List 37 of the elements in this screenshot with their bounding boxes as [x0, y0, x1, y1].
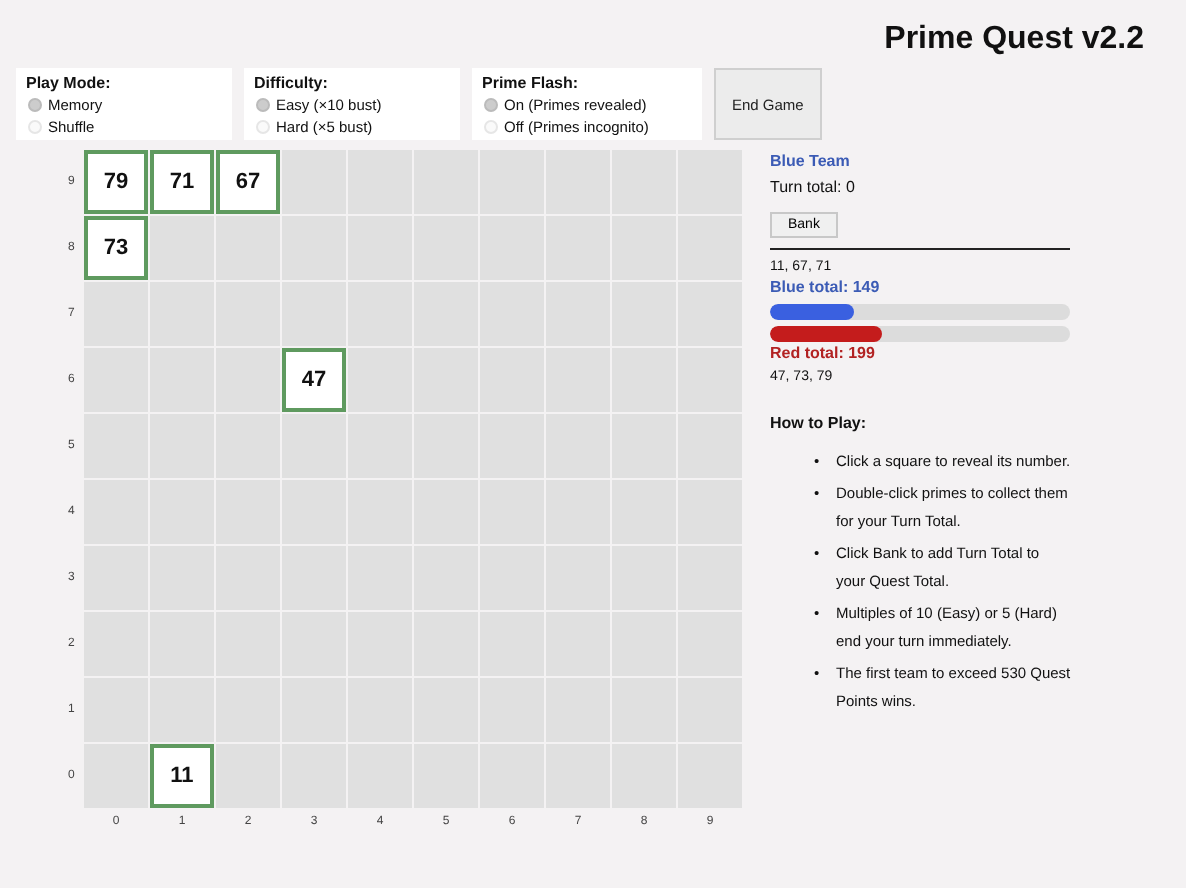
option-label: Play Mode:: [26, 74, 113, 94]
grid-square[interactable]: [84, 744, 148, 808]
grid-square[interactable]: [216, 282, 280, 346]
grid-square[interactable]: [348, 282, 412, 346]
grid-square[interactable]: [216, 414, 280, 478]
grid-square[interactable]: [216, 678, 280, 742]
radio-button[interactable]: [484, 98, 498, 112]
current-team: Blue Team: [770, 150, 852, 174]
grid-square[interactable]: 67: [216, 150, 280, 214]
grid-square[interactable]: [282, 414, 346, 478]
radio-button[interactable]: [256, 98, 270, 112]
grid-square[interactable]: [84, 282, 148, 346]
grid-square[interactable]: [150, 216, 214, 280]
help-title: How to Play:: [770, 414, 869, 432]
option-label: Prime Flash:: [482, 74, 581, 94]
grid-square[interactable]: [150, 678, 214, 742]
app-title: Prime Quest v2.2: [884, 20, 1146, 60]
grid-square[interactable]: [282, 150, 346, 214]
team-total: Blue total: 149: [770, 278, 880, 298]
grid-square[interactable]: [348, 348, 412, 412]
grid-square[interactable]: [348, 414, 412, 478]
turn-total: Turn total: 0: [770, 176, 857, 200]
grid-square[interactable]: [84, 678, 148, 742]
grid-square[interactable]: 73: [84, 216, 148, 280]
grid-square[interactable]: 79: [84, 150, 148, 214]
grid-square[interactable]: [216, 744, 280, 808]
option-label: Difficulty:: [254, 74, 330, 94]
grid-square[interactable]: [216, 348, 280, 412]
team-total: Red total: 199: [770, 342, 875, 366]
grid-square[interactable]: [282, 282, 346, 346]
grid-square[interactable]: 71: [150, 150, 214, 214]
grid-square[interactable]: [150, 282, 214, 346]
grid-square[interactable]: [282, 216, 346, 280]
grid-square[interactable]: 11: [150, 744, 214, 808]
radio-button[interactable]: [28, 98, 42, 112]
grid-square[interactable]: 47: [282, 348, 346, 412]
grid-square[interactable]: [216, 216, 280, 280]
